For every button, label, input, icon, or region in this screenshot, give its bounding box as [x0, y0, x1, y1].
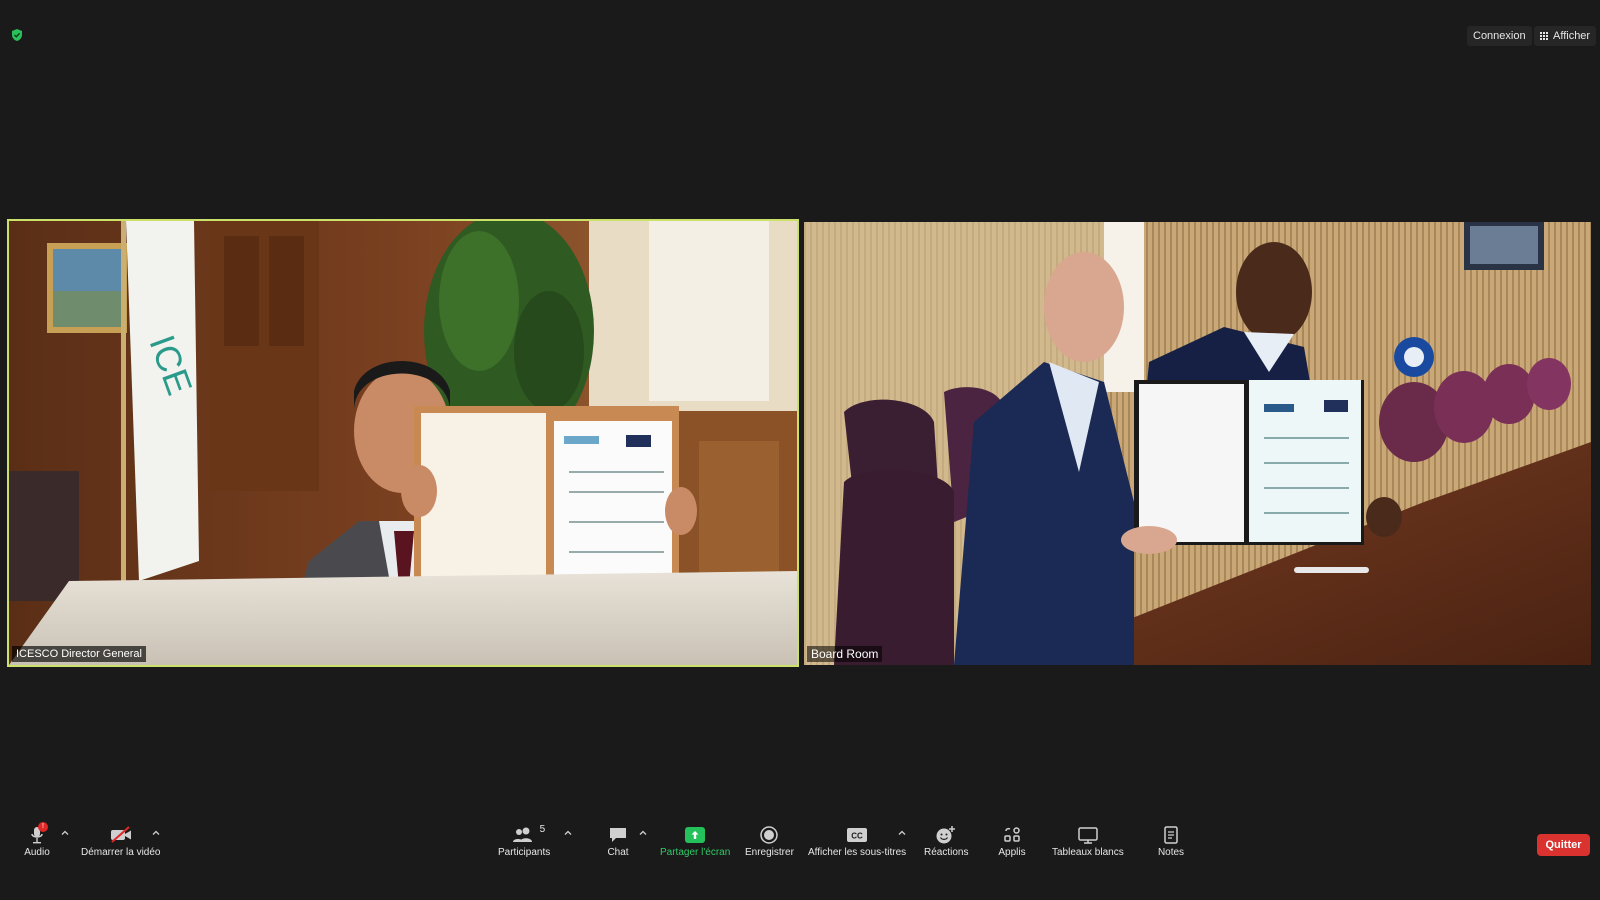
video-feed-office-scene: ICE: [9, 221, 797, 665]
chat-options-chevron-icon[interactable]: [638, 828, 648, 838]
audio-label: Audio: [24, 847, 50, 858]
video-tile-board-room[interactable]: Board Room: [804, 222, 1591, 665]
captions-options-chevron-icon[interactable]: [897, 828, 907, 838]
reactions-label: Réactions: [924, 847, 969, 858]
apps-button[interactable]: Applis: [997, 824, 1027, 858]
connexion-button[interactable]: Connexion: [1467, 26, 1532, 46]
closed-captions-icon: CC: [847, 828, 868, 842]
share-screen-icon: [685, 827, 706, 843]
participants-options-chevron-icon[interactable]: [563, 828, 573, 838]
audio-options-chevron-icon[interactable]: [60, 828, 70, 838]
reactions-button[interactable]: Réactions: [924, 824, 968, 858]
audio-button[interactable]: ! Audio: [22, 822, 52, 858]
notes-icon: [1164, 826, 1178, 844]
chat-bubble-icon: [610, 828, 626, 842]
notes-label: Notes: [1157, 847, 1185, 858]
zoom-meeting-window: Connexion Afficher ICE ICESCO Director G…: [0, 0, 1600, 900]
show-captions-button[interactable]: CC Afficher les sous-titres: [808, 824, 906, 858]
meeting-toolbar: ! Audio Démarrer la vidéo 5 Participants…: [0, 810, 1600, 900]
quit-meeting-button[interactable]: Quitter: [1537, 834, 1590, 856]
participant-name-label: ICESCO Director General: [12, 646, 146, 662]
participants-icon: [513, 827, 533, 842]
security-shield-icon[interactable]: [10, 28, 24, 42]
notes-button[interactable]: Notes: [1156, 824, 1186, 858]
record-label: Enregistrer: [745, 847, 794, 858]
chat-label: Chat: [607, 847, 629, 858]
whiteboards-button[interactable]: Tableaux blancs: [1052, 824, 1124, 858]
grid-view-icon: [1540, 31, 1549, 41]
chat-button[interactable]: Chat: [603, 824, 633, 858]
audio-warning-badge: !: [38, 822, 48, 832]
start-video-label: Démarrer la vidéo: [81, 847, 161, 858]
share-screen-button[interactable]: Partager l'écran: [660, 824, 730, 858]
participants-label: Participants: [498, 847, 551, 858]
video-camera-off-icon: [110, 826, 131, 843]
video-feed-board-room-scene: [804, 222, 1591, 665]
top-bar: Connexion Afficher: [0, 0, 1600, 70]
participants-button[interactable]: 5 Participants: [498, 824, 550, 858]
video-options-chevron-icon[interactable]: [151, 828, 161, 838]
whiteboard-icon: [1078, 827, 1098, 844]
record-icon: [760, 826, 779, 844]
reactions-smiley-icon: [936, 826, 956, 844]
view-button[interactable]: Afficher: [1534, 26, 1597, 46]
record-button[interactable]: Enregistrer: [745, 824, 794, 858]
start-video-button[interactable]: Démarrer la vidéo: [81, 824, 160, 858]
whiteboards-label: Tableaux blancs: [1052, 847, 1124, 858]
video-tile-icesco-director[interactable]: ICE ICESCO Director General: [7, 219, 799, 667]
apps-icon: [1004, 827, 1020, 842]
view-button-label: Afficher: [1553, 30, 1591, 42]
apps-label: Applis: [998, 847, 1026, 858]
participants-count: 5: [539, 824, 546, 835]
room-name-label: Board Room: [807, 646, 883, 662]
show-captions-label: Afficher les sous-titres: [808, 847, 907, 858]
svg-text:CC: CC: [851, 832, 863, 841]
share-screen-label: Partager l'écran: [660, 847, 731, 858]
